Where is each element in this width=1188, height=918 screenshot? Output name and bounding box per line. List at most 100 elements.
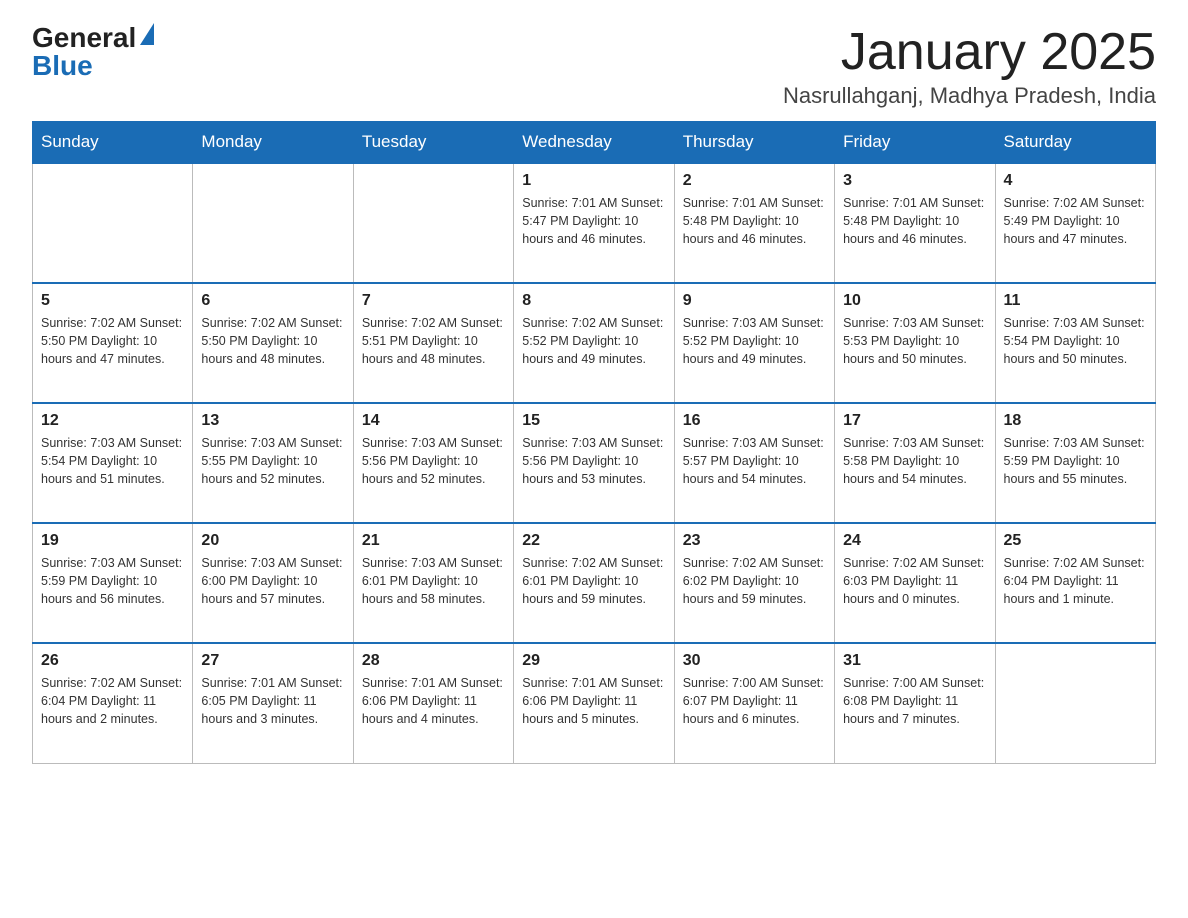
- day-info: Sunrise: 7:02 AM Sunset: 6:01 PM Dayligh…: [522, 554, 665, 608]
- day-number: 11: [1004, 292, 1147, 310]
- day-info: Sunrise: 7:03 AM Sunset: 5:57 PM Dayligh…: [683, 434, 826, 488]
- day-number: 4: [1004, 172, 1147, 190]
- day-number: 3: [843, 172, 986, 190]
- day-number: 22: [522, 532, 665, 550]
- day-number: 8: [522, 292, 665, 310]
- day-info: Sunrise: 7:02 AM Sunset: 5:51 PM Dayligh…: [362, 314, 505, 368]
- day-number: 21: [362, 532, 505, 550]
- logo: General Blue: [32, 24, 154, 80]
- logo-blue: Blue: [32, 52, 93, 80]
- calendar-cell: 21 Sunrise: 7:03 AM Sunset: 6:01 PM Dayli…: [353, 523, 513, 643]
- calendar-week-row: 12 Sunrise: 7:03 AM Sunset: 5:54 PM Dayli…: [33, 403, 1156, 523]
- calendar-day-header: Monday: [193, 122, 353, 164]
- calendar-table: SundayMondayTuesdayWednesdayThursdayFrid…: [32, 121, 1156, 764]
- calendar-cell: 24Sunrise: 7:02 AM Sunset: 6:03 PM Dayli…: [835, 523, 995, 643]
- calendar-cell: 18 Sunrise: 7:03 AM Sunset: 5:59 PM Dayli…: [995, 403, 1155, 523]
- calendar-cell: 17Sunrise: 7:03 AM Sunset: 5:58 PM Dayli…: [835, 403, 995, 523]
- calendar-cell: 4 Sunrise: 7:02 AM Sunset: 5:49 PM Daylig…: [995, 163, 1155, 283]
- calendar-week-row: 26Sunrise: 7:02 AM Sunset: 6:04 PM Dayli…: [33, 643, 1156, 763]
- calendar-cell: 30Sunrise: 7:00 AM Sunset: 6:07 PM Dayli…: [674, 643, 834, 763]
- day-info: Sunrise: 7:01 AM Sunset: 5:47 PM Dayligh…: [522, 194, 665, 248]
- calendar-cell: 5Sunrise: 7:02 AM Sunset: 5:50 PM Daylig…: [33, 283, 193, 403]
- calendar-cell: 8 Sunrise: 7:02 AM Sunset: 5:52 PM Daylig…: [514, 283, 674, 403]
- calendar-cell: 25 Sunrise: 7:02 AM Sunset: 6:04 PM Dayli…: [995, 523, 1155, 643]
- calendar-cell: 31 Sunrise: 7:00 AM Sunset: 6:08 PM Dayli…: [835, 643, 995, 763]
- day-number: 29: [522, 652, 665, 670]
- calendar-cell: 16 Sunrise: 7:03 AM Sunset: 5:57 PM Dayli…: [674, 403, 834, 523]
- calendar-cell: 9 Sunrise: 7:03 AM Sunset: 5:52 PM Daylig…: [674, 283, 834, 403]
- day-number: 12: [41, 412, 184, 430]
- calendar-cell: 15Sunrise: 7:03 AM Sunset: 5:56 PM Dayli…: [514, 403, 674, 523]
- calendar-day-header: Tuesday: [353, 122, 513, 164]
- day-info: Sunrise: 7:02 AM Sunset: 6:02 PM Dayligh…: [683, 554, 826, 608]
- calendar-cell: 28Sunrise: 7:01 AM Sunset: 6:06 PM Dayli…: [353, 643, 513, 763]
- calendar-cell: 22 Sunrise: 7:02 AM Sunset: 6:01 PM Dayli…: [514, 523, 674, 643]
- page-header: General Blue January 2025 Nasrullahganj,…: [0, 0, 1188, 121]
- calendar-cell: [33, 163, 193, 283]
- day-number: 27: [201, 652, 344, 670]
- day-info: Sunrise: 7:02 AM Sunset: 5:49 PM Dayligh…: [1004, 194, 1147, 248]
- day-info: Sunrise: 7:02 AM Sunset: 5:52 PM Dayligh…: [522, 314, 665, 368]
- calendar-cell: 23Sunrise: 7:02 AM Sunset: 6:02 PM Dayli…: [674, 523, 834, 643]
- calendar-day-header: Friday: [835, 122, 995, 164]
- day-number: 20: [201, 532, 344, 550]
- day-number: 17: [843, 412, 986, 430]
- day-info: Sunrise: 7:02 AM Sunset: 6:04 PM Dayligh…: [1004, 554, 1147, 608]
- day-number: 6: [201, 292, 344, 310]
- calendar-cell: 26Sunrise: 7:02 AM Sunset: 6:04 PM Dayli…: [33, 643, 193, 763]
- day-number: 24: [843, 532, 986, 550]
- calendar-cell: 19 Sunrise: 7:03 AM Sunset: 5:59 PM Dayli…: [33, 523, 193, 643]
- day-number: 25: [1004, 532, 1147, 550]
- day-number: 30: [683, 652, 826, 670]
- day-info: Sunrise: 7:03 AM Sunset: 5:56 PM Dayligh…: [362, 434, 505, 488]
- day-number: 14: [362, 412, 505, 430]
- day-number: 19: [41, 532, 184, 550]
- day-info: Sunrise: 7:03 AM Sunset: 5:52 PM Dayligh…: [683, 314, 826, 368]
- calendar-cell: 12 Sunrise: 7:03 AM Sunset: 5:54 PM Dayli…: [33, 403, 193, 523]
- day-number: 13: [201, 412, 344, 430]
- calendar-cell: 29 Sunrise: 7:01 AM Sunset: 6:06 PM Dayli…: [514, 643, 674, 763]
- calendar-cell: 2Sunrise: 7:01 AM Sunset: 5:48 PM Daylig…: [674, 163, 834, 283]
- calendar-cell: 10Sunrise: 7:03 AM Sunset: 5:53 PM Dayli…: [835, 283, 995, 403]
- calendar-cell: [995, 643, 1155, 763]
- day-info: Sunrise: 7:02 AM Sunset: 5:50 PM Dayligh…: [41, 314, 184, 368]
- day-info: Sunrise: 7:03 AM Sunset: 5:59 PM Dayligh…: [41, 554, 184, 608]
- calendar-cell: 27 Sunrise: 7:01 AM Sunset: 6:05 PM Dayli…: [193, 643, 353, 763]
- day-info: Sunrise: 7:03 AM Sunset: 5:59 PM Dayligh…: [1004, 434, 1147, 488]
- calendar-day-header: Wednesday: [514, 122, 674, 164]
- calendar-cell: [193, 163, 353, 283]
- day-info: Sunrise: 7:03 AM Sunset: 6:01 PM Dayligh…: [362, 554, 505, 608]
- day-number: 7: [362, 292, 505, 310]
- calendar-cell: [353, 163, 513, 283]
- day-number: 15: [522, 412, 665, 430]
- day-number: 28: [362, 652, 505, 670]
- day-number: 31: [843, 652, 986, 670]
- page-title: January 2025: [783, 24, 1156, 81]
- calendar-week-row: 5Sunrise: 7:02 AM Sunset: 5:50 PM Daylig…: [33, 283, 1156, 403]
- calendar-cell: 14 Sunrise: 7:03 AM Sunset: 5:56 PM Dayli…: [353, 403, 513, 523]
- day-number: 16: [683, 412, 826, 430]
- day-info: Sunrise: 7:01 AM Sunset: 5:48 PM Dayligh…: [843, 194, 986, 248]
- title-block: January 2025 Nasrullahganj, Madhya Prade…: [783, 24, 1156, 109]
- day-info: Sunrise: 7:02 AM Sunset: 5:50 PM Dayligh…: [201, 314, 344, 368]
- calendar-week-row: 19 Sunrise: 7:03 AM Sunset: 5:59 PM Dayli…: [33, 523, 1156, 643]
- calendar-day-header: Thursday: [674, 122, 834, 164]
- day-info: Sunrise: 7:03 AM Sunset: 5:53 PM Dayligh…: [843, 314, 986, 368]
- day-info: Sunrise: 7:00 AM Sunset: 6:08 PM Dayligh…: [843, 674, 986, 728]
- calendar-week-row: 1Sunrise: 7:01 AM Sunset: 5:47 PM Daylig…: [33, 163, 1156, 283]
- day-number: 18: [1004, 412, 1147, 430]
- day-number: 9: [683, 292, 826, 310]
- calendar-cell: 11 Sunrise: 7:03 AM Sunset: 5:54 PM Dayli…: [995, 283, 1155, 403]
- day-info: Sunrise: 7:03 AM Sunset: 5:54 PM Dayligh…: [1004, 314, 1147, 368]
- calendar-header-row: SundayMondayTuesdayWednesdayThursdayFrid…: [33, 122, 1156, 164]
- calendar-cell: 7 Sunrise: 7:02 AM Sunset: 5:51 PM Daylig…: [353, 283, 513, 403]
- day-info: Sunrise: 7:03 AM Sunset: 5:54 PM Dayligh…: [41, 434, 184, 488]
- day-info: Sunrise: 7:03 AM Sunset: 5:55 PM Dayligh…: [201, 434, 344, 488]
- day-info: Sunrise: 7:02 AM Sunset: 6:04 PM Dayligh…: [41, 674, 184, 728]
- day-info: Sunrise: 7:01 AM Sunset: 6:05 PM Dayligh…: [201, 674, 344, 728]
- day-info: Sunrise: 7:01 AM Sunset: 5:48 PM Dayligh…: [683, 194, 826, 248]
- calendar-cell: 13 Sunrise: 7:03 AM Sunset: 5:55 PM Dayli…: [193, 403, 353, 523]
- day-info: Sunrise: 7:03 AM Sunset: 6:00 PM Dayligh…: [201, 554, 344, 608]
- logo-general: General: [32, 24, 136, 52]
- day-info: Sunrise: 7:01 AM Sunset: 6:06 PM Dayligh…: [522, 674, 665, 728]
